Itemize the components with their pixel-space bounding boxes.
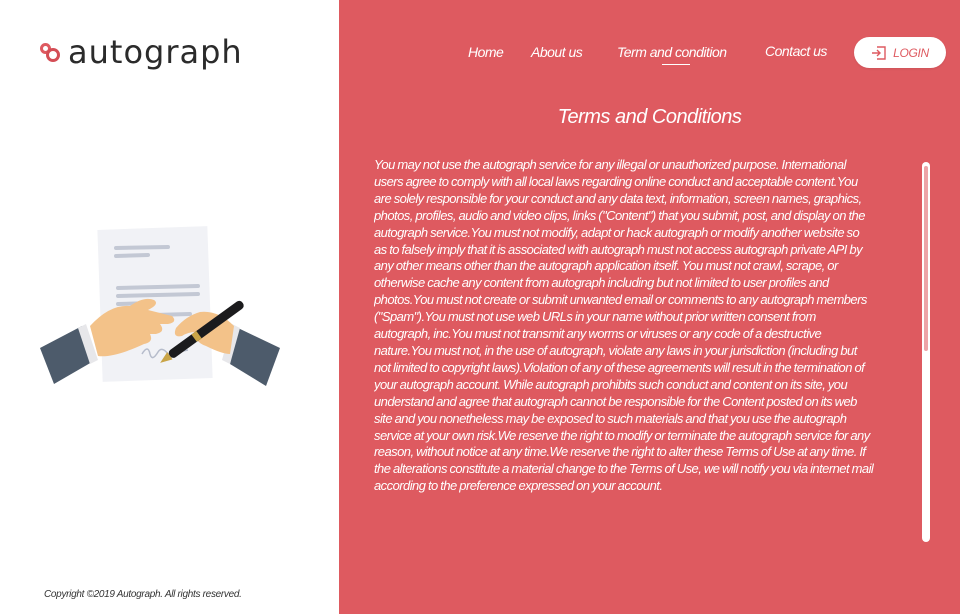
terms-body: You may not use the autograph service fo… xyxy=(374,157,874,494)
page-title: Terms and Conditions xyxy=(557,106,742,128)
nav-home[interactable]: Home xyxy=(468,44,504,60)
copyright-text: Copyright ©2019 Autograph. All rights re… xyxy=(44,589,242,600)
nav-term-and-condition[interactable]: Term and condition xyxy=(617,44,727,60)
brand-name: autograph xyxy=(68,33,243,71)
autograph-logo-icon xyxy=(40,39,66,65)
left-panel: autograph Copyright ©2019 Autograph. All… xyxy=(0,0,339,614)
login-button[interactable]: LOGIN xyxy=(854,37,946,68)
login-label: LOGIN xyxy=(893,45,929,60)
terms-scrollbar[interactable] xyxy=(922,162,930,542)
nav-about-us[interactable]: About us xyxy=(531,44,583,60)
scrollbar-thumb[interactable] xyxy=(924,166,928,351)
login-icon xyxy=(872,45,886,60)
active-nav-indicator xyxy=(662,64,690,65)
right-panel: Home About us Term and condition Contact… xyxy=(339,0,960,614)
nav-contact-us[interactable]: Contact us xyxy=(765,43,827,59)
signing-document-illustration xyxy=(40,226,280,386)
brand-logo[interactable]: autograph xyxy=(40,36,243,68)
